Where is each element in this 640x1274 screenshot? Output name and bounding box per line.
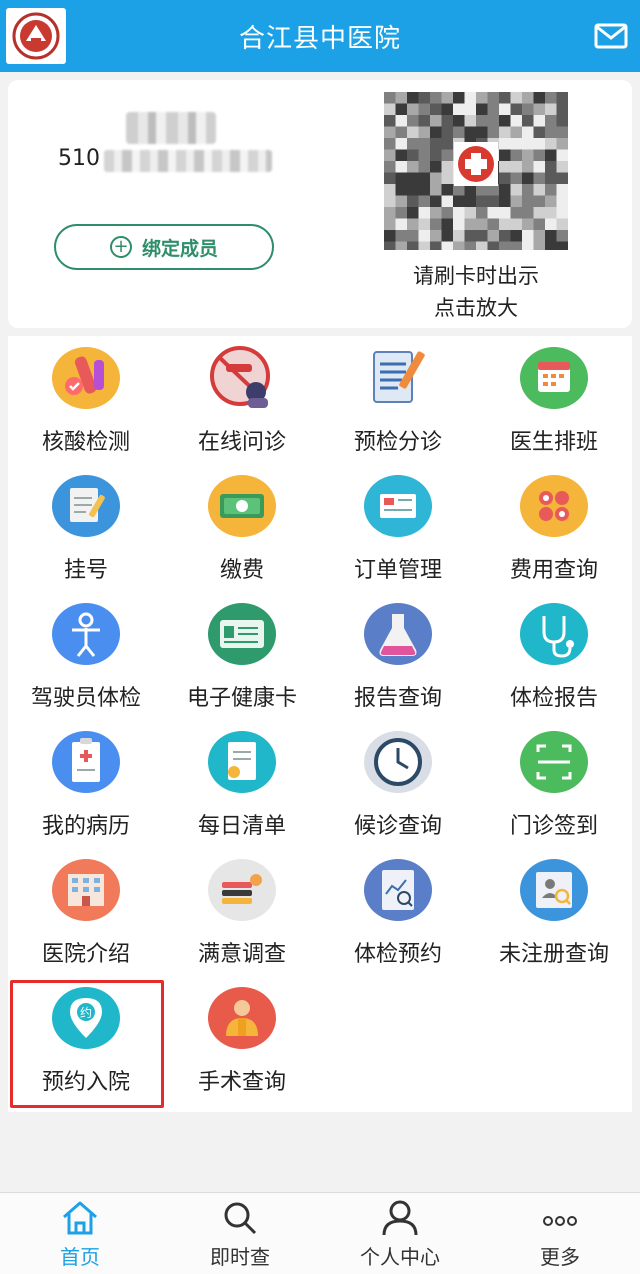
grid-item-label: 每日清单 [197, 814, 286, 839]
online-consult-icon [210, 346, 270, 408]
appointment-location-icon: 约 [52, 987, 120, 1049]
grid-item-waiting-query[interactable]: 候诊查询 [320, 720, 476, 846]
grid-item-daily-list[interactable]: 每日清单 [164, 720, 320, 846]
qr-code[interactable] [384, 92, 568, 253]
scan-icon [520, 731, 588, 793]
bind-member-button[interactable]: + 绑定成员 [54, 224, 274, 270]
grid-item-register[interactable]: 挂号 [8, 464, 164, 590]
grid-item-exam-report[interactable]: 体检报告 [476, 592, 632, 718]
fee-query-icon [520, 475, 588, 537]
grid-item-unregistered-query[interactable]: 未注册查询 [476, 848, 632, 974]
grid-item-label: 缴费 [219, 558, 264, 583]
grid-item-appointment-admission[interactable]: 约 预约入院 [8, 976, 164, 1102]
home-icon [63, 1201, 97, 1235]
surgery-icon [208, 987, 276, 1049]
grid-item-doctor-schedule[interactable]: 医生排班 [476, 336, 632, 462]
more-icon [543, 1216, 577, 1226]
calendar-icon [520, 347, 588, 409]
plus-icon: + [109, 236, 132, 258]
grid-item-pre-triage[interactable]: 预检分诊 [320, 336, 476, 462]
grid-item-hospital-intro[interactable]: 医院介绍 [8, 848, 164, 974]
clock-icon [364, 731, 432, 793]
tab-label: 个人中心 [360, 1245, 440, 1269]
id-number-prefix: 510 [58, 146, 100, 171]
grid-item-label: 电子健康卡 [186, 686, 297, 711]
health-card-icon [208, 603, 276, 665]
grid-item-driver-exam[interactable]: 驾驶员体检 [8, 592, 164, 718]
grid-item-label: 驾驶员体检 [30, 686, 141, 711]
grid-item-label: 未注册查询 [498, 942, 609, 967]
function-grid: 核酸检测 在线问诊 预检分诊 医生排班 挂号 缴费 订单管理 费用查询 驾驶员体… [8, 336, 632, 1112]
grid-item-label: 我的病历 [41, 814, 130, 839]
grid-item-label: 在线问诊 [197, 430, 286, 455]
grid-item-exam-booking[interactable]: 体检预约 [320, 848, 476, 974]
grid-item-medical-record[interactable]: 我的病历 [8, 720, 164, 846]
bind-member-label: 绑定成员 [141, 237, 218, 260]
register-icon [52, 475, 120, 537]
payment-icon [208, 475, 276, 537]
driver-exam-icon [52, 603, 120, 665]
grid-item-surgery-query[interactable]: 手术查询 [164, 976, 320, 1102]
person-icon [382, 1200, 418, 1236]
mail-icon[interactable] [594, 22, 628, 50]
tab-more[interactable]: 更多 [480, 1193, 640, 1274]
grid-item-clinic-checkin[interactable]: 门诊签到 [476, 720, 632, 846]
tab-label: 更多 [540, 1245, 580, 1269]
stethoscope-icon [520, 603, 588, 665]
grid-item-label: 费用查询 [509, 558, 598, 583]
survey-icon [208, 859, 276, 921]
grid-item-fee-query[interactable]: 费用查询 [476, 464, 632, 590]
qr-caption-line2[interactable]: 点击放大 [370, 292, 582, 322]
grid-item-label: 手术查询 [197, 1070, 286, 1095]
grid-item-report-query[interactable]: 报告查询 [320, 592, 476, 718]
grid-item-health-card[interactable]: 电子健康卡 [164, 592, 320, 718]
grid-item-label: 候诊查询 [353, 814, 442, 839]
grid-item-label: 医生排班 [509, 430, 598, 455]
exam-booking-icon [364, 859, 432, 921]
grid-item-label: 医院介绍 [41, 942, 130, 967]
svg-text:约: 约 [80, 1005, 92, 1020]
grid-item-label: 门诊签到 [509, 814, 598, 839]
grid-item-payment[interactable]: 缴费 [164, 464, 320, 590]
grid-item-label: 挂号 [63, 558, 108, 583]
hospital-building-icon [52, 859, 120, 921]
grid-item-label: 满意调查 [197, 942, 286, 967]
grid-item-satisfaction-survey[interactable]: 满意调查 [164, 848, 320, 974]
order-icon [364, 475, 432, 537]
grid-item-label: 报告查询 [353, 686, 442, 711]
bottom-tab-bar: 首页 即时查 个人中心 更多 [0, 1192, 640, 1274]
daily-list-icon [208, 731, 276, 793]
tab-label: 首页 [60, 1245, 100, 1269]
patient-card: 510 + 绑定成员 请刷卡时出示 点击放大 [8, 80, 632, 328]
app-header: 合江县中医院 [0, 0, 640, 72]
grid-item-label: 订单管理 [353, 558, 442, 583]
tab-instant-query[interactable]: 即时查 [160, 1193, 320, 1274]
tab-label: 即时查 [210, 1245, 270, 1269]
grid-item-label: 核酸检测 [41, 430, 130, 455]
tab-personal-center[interactable]: 个人中心 [320, 1193, 480, 1274]
nucleic-test-icon [52, 347, 120, 409]
id-number-blurred [104, 150, 272, 172]
qr-caption-line1: 请刷卡时出示 [413, 264, 539, 288]
grid-item-label: 预约入院 [41, 1070, 130, 1095]
grid-item-order-management[interactable]: 订单管理 [320, 464, 476, 590]
patient-name-blurred [126, 112, 216, 144]
page-title: 合江县中医院 [238, 24, 401, 54]
search-icon [224, 1202, 257, 1235]
unregistered-query-icon [520, 859, 588, 921]
grid-item-nucleic-test[interactable]: 核酸检测 [8, 336, 164, 462]
tab-home[interactable]: 首页 [0, 1193, 160, 1274]
grid-item-label: 体检报告 [509, 686, 598, 711]
grid-item-label: 预检分诊 [353, 430, 442, 455]
grid-item-label: 体检预约 [353, 942, 442, 967]
flask-icon [364, 603, 432, 665]
grid-item-online-consult[interactable]: 在线问诊 [164, 336, 320, 462]
medical-record-icon [52, 731, 120, 793]
pre-triage-icon [373, 351, 425, 403]
